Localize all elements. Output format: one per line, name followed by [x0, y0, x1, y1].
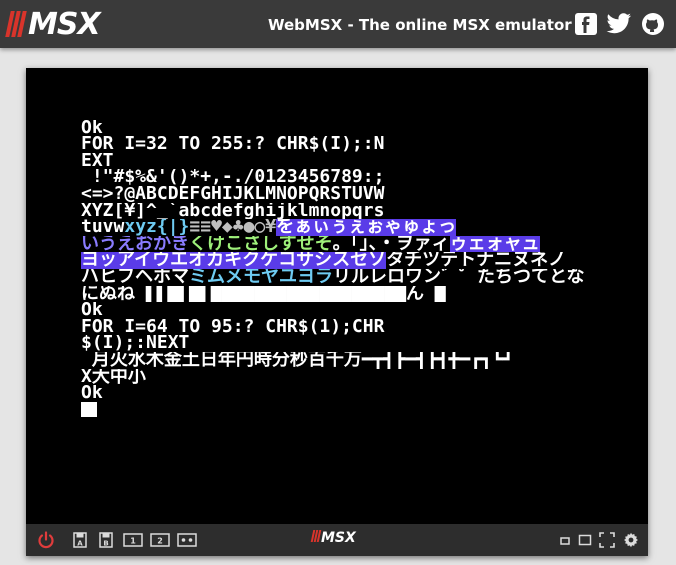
cartridge-2-label: 2: [157, 537, 163, 546]
screen-line: XYZ[¥]^_`abcdefghijklmnopqrs: [81, 202, 385, 220]
screen-text: タチツテトナニヌネノ: [386, 252, 567, 269]
github-icon[interactable]: [640, 11, 666, 37]
screen-text: 。「」、・ヲァィ: [332, 235, 450, 253]
screen-line: X大中小: [81, 368, 146, 386]
text-cursor: [81, 401, 97, 417]
screen-text: xyz{|}: [124, 219, 190, 236]
bar-logo-text: MSX: [321, 530, 356, 546]
power-icon[interactable]: [36, 531, 56, 549]
screen-text: ≡≡♥◆♣●○¥: [189, 219, 277, 236]
gear-icon[interactable]: [622, 531, 640, 549]
screen-line: EXT: [81, 152, 114, 170]
twitter-icon[interactable]: [606, 11, 632, 37]
logo-stripes-icon: [5, 11, 27, 37]
block-characters: ▌▌█▌█▌██████████████████: [135, 285, 406, 303]
top-header: MSX WebMSX - The online MSX emulator: [0, 0, 676, 48]
screen-line: FOR I=32 TO 255:? CHR$(I);:N: [81, 136, 385, 153]
screen-line-charset-3: ヨッアイウエオカキクケコサシスセソタチツテトナニヌネノ: [81, 252, 601, 269]
cartridge-1-label: 1: [130, 537, 136, 546]
screen-text-highlight: ゥェォャュ: [449, 235, 540, 253]
screen-text: ん: [405, 285, 424, 303]
screen-text: ミムメモヤユヨラ: [189, 268, 333, 286]
emulator-control-bar: A B 1 2 MSX: [26, 524, 648, 556]
screen-text: くけこさしすせそ: [189, 235, 333, 253]
window-small-icon[interactable]: [558, 531, 572, 549]
screen-text: 月火水木金土日年円時分秒百千万: [81, 351, 362, 369]
screen-line-charset-2: いうえおかきくけこさしすせそ。「」、・ヲァィゥェォャュ: [81, 235, 601, 253]
block-characters: █: [423, 285, 446, 303]
screen-line-charset-4: ハヒフヘホマミムメモヤユヨラリルレロワン゛゜たちつてとな: [81, 269, 601, 286]
window-medium-icon[interactable]: [577, 531, 593, 549]
fullscreen-icon[interactable]: [598, 531, 616, 549]
screen-text: いうえおかき: [81, 235, 189, 253]
screen-text: tuvw: [81, 219, 125, 236]
disk-a-label: A: [77, 540, 83, 548]
disk-b-icon[interactable]: B: [98, 531, 114, 549]
page-title: WebMSX - The online MSX emulator: [268, 16, 572, 34]
screen-text-highlight: をぁぃぅぇぉゃゅょっ: [276, 219, 457, 236]
screen-line-charset-1: tuvwxyz{|}≡≡♥◆♣●○¥をぁぃぅぇぉゃゅょっ: [81, 219, 601, 236]
screen-text: にぬね: [81, 285, 135, 303]
screen-line: !"#$%&'()*+,-./0123456789:;: [81, 169, 385, 186]
screen-line: $(I);:NEXT: [81, 335, 190, 352]
screen-line: <=>?@ABCDEFGHIJKLMNOPQRSTUVW: [81, 185, 385, 203]
screen-line-cursor: [81, 401, 601, 419]
disk-a-icon[interactable]: A: [72, 531, 88, 549]
screen-line-graphics: 月火水木金土日年円時分秒百千万━┳┫┣━┫┣┫╋━┏┓┗┛: [81, 352, 601, 369]
screen-text-highlight: ヨッ: [81, 252, 117, 269]
webmsx-logo[interactable]: MSX: [5, 6, 101, 42]
logo-text: MSX: [28, 6, 101, 42]
box-drawing-characters: ━┳┫┣━┫┣┫╋━┏┓┗┛: [361, 351, 514, 369]
screen-text: リルレロワン゛゜たちつてとな: [333, 268, 585, 286]
screen-line: Ok: [81, 119, 103, 137]
screen-line: Ok: [81, 302, 103, 319]
screen-text: ハヒフヘホマ: [81, 268, 189, 286]
msx-screen[interactable]: Ok FOR I=32 TO 255:? CHR$(I);:N EXT !"#$%&…: [81, 103, 601, 438]
cartridge-1-icon[interactable]: 1: [122, 531, 144, 549]
disk-b-label: B: [103, 540, 108, 548]
tape-icon[interactable]: [176, 531, 198, 549]
facebook-icon[interactable]: [573, 11, 599, 37]
screen-text-highlight: アイウエオカキクケコサシスセソ: [117, 252, 387, 269]
bar-logo-stripes-icon: [310, 530, 322, 546]
screen-line: Ok: [81, 385, 103, 402]
cartridge-2-icon[interactable]: 2: [149, 531, 171, 549]
screen-line: FOR I=64 TO 95:? CHR$(1);CHR: [81, 318, 385, 336]
bar-logo[interactable]: MSX: [310, 530, 356, 546]
screen-line-charset-5: にぬね ▌▌█▌█▌██████████████████ん █: [81, 286, 601, 303]
emulator-screen-frame[interactable]: Ok FOR I=32 TO 255:? CHR$(I);:N EXT !"#$%&…: [26, 68, 648, 556]
